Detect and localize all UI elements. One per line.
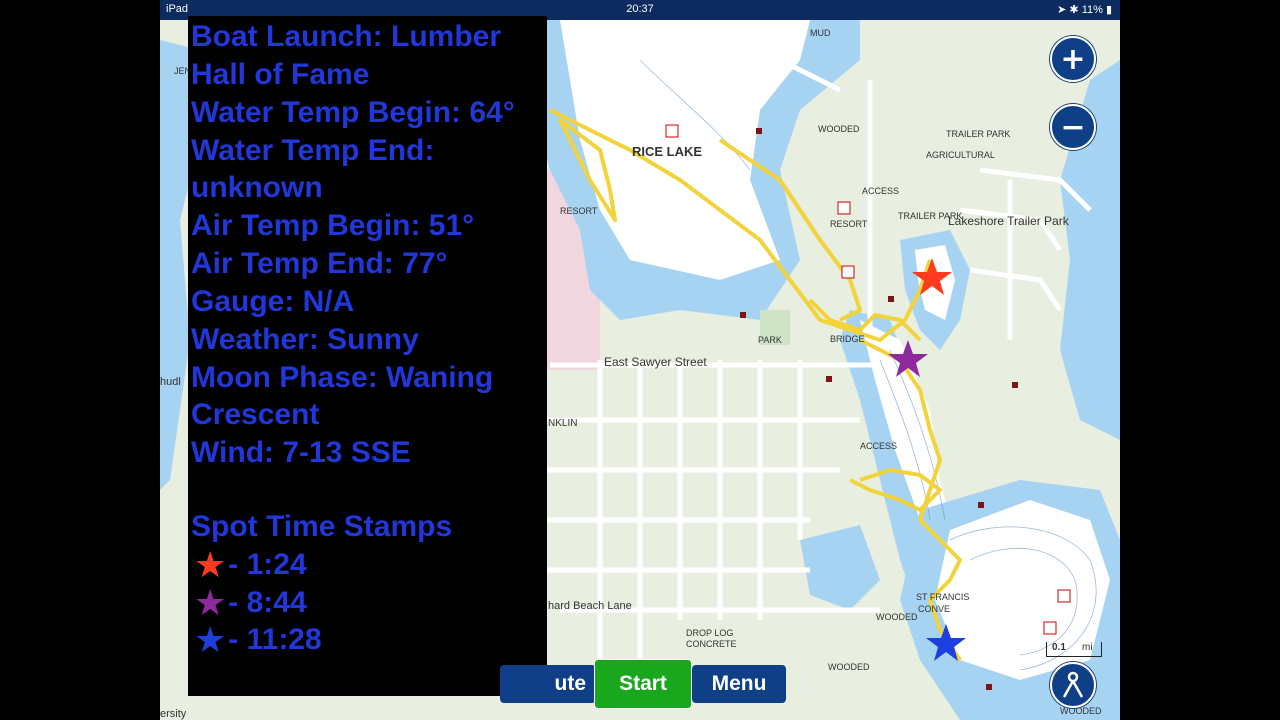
label-hudl: hudl (160, 376, 181, 388)
spot-time-2: - 8:44 (228, 586, 307, 619)
label-access-1: ACCESS (862, 186, 900, 196)
label-wooded-3: WOODED (828, 662, 870, 672)
label-concrete: CONCRETE (686, 639, 737, 649)
info-line-water-temp-end: Water Temp End: (191, 134, 435, 167)
blue-star-icon: ★ (194, 619, 227, 660)
info-line-air-temp-end: Air Temp End: 77° (191, 247, 448, 280)
info-line-water-temp-end-value: unknown (191, 171, 323, 204)
spot-row-3: ★ - 11:28 (194, 621, 322, 659)
label-trailer-park-1: TRAILER PARK (946, 129, 1011, 139)
label-mud: MUD (810, 28, 831, 38)
battery-indicator: ➤ ✱ 11% ▮ (1057, 4, 1112, 16)
menu-button[interactable]: Menu (692, 665, 786, 703)
menu-label: Menu (711, 672, 767, 695)
label-beach-lane: hard Beach Lane (548, 600, 632, 612)
clock: 20:37 (626, 3, 654, 15)
start-label: Start (619, 672, 667, 695)
minus-icon: − (1060, 109, 1086, 145)
label-convent: CONVE (918, 604, 951, 614)
label-rice-lake: RICE LAKE (632, 144, 703, 159)
app-screen: iPad 20:37 ➤ ✱ 11% ▮ RICE LAKE MUD WOODE… (160, 0, 1120, 720)
info-line-wind: Wind: 7-13 SSE (191, 436, 411, 469)
compass-icon (1062, 671, 1084, 698)
route-button[interactable]: ute (500, 665, 596, 703)
info-line-moon-phase-cont: Crescent (191, 398, 320, 431)
label-wooded-4: WOODED (1060, 706, 1102, 716)
trip-info-panel: Boat Launch: Lumber Hall of Fame Water T… (188, 16, 547, 696)
label-access-2: ACCESS (860, 441, 898, 451)
battery-level: 11% (1081, 4, 1103, 16)
purple-star-icon: ★ (194, 582, 227, 623)
label-wooded-2: WOODED (876, 612, 918, 622)
label-ersity: ersity (160, 708, 187, 720)
label-bridge: BRIDGE (830, 334, 865, 344)
info-line-boat-launch: Boat Launch: Lumber (191, 20, 502, 53)
label-agricultural: AGRICULTURAL (926, 150, 995, 160)
info-line-water-temp-begin: Water Temp Begin: 64° (191, 96, 515, 129)
spot-time-stamps-heading: Spot Time Stamps (191, 510, 453, 543)
label-lakeshore-trailer-park: Lakeshore Trailer Park (948, 214, 1069, 228)
scale-unit: mi (1082, 642, 1093, 653)
zoom-out-button[interactable]: − (1050, 104, 1096, 150)
info-line-moon-phase: Moon Phase: Waning (191, 361, 494, 394)
label-resort-2: RESORT (830, 219, 868, 229)
label-east-sawyer-street: East Sawyer Street (604, 355, 707, 369)
spot-time-1: - 1:24 (228, 548, 307, 581)
start-button[interactable]: Start (594, 659, 692, 709)
info-line-air-temp-begin: Air Temp Begin: 51° (191, 209, 475, 242)
compass-button[interactable] (1050, 662, 1096, 708)
scale-value: 0.1 (1052, 642, 1066, 653)
label-resort-1: RESORT (560, 206, 598, 216)
label-park: PARK (758, 335, 782, 345)
info-line-gauge: Gauge: N/A (191, 285, 355, 318)
label-st-francis: ST FRANCIS (916, 592, 970, 602)
info-line-boat-launch-cont: Hall of Fame (191, 58, 370, 91)
red-star-icon: ★ (194, 544, 227, 585)
label-wooded-1: WOODED (818, 124, 860, 134)
plus-icon: + (1060, 41, 1086, 77)
label-franklin: NKLIN (548, 418, 578, 429)
spot-row-2: ★ - 8:44 (194, 584, 307, 622)
spot-row-1: ★ - 1:24 (194, 546, 307, 584)
info-line-weather: Weather: Sunny (191, 323, 419, 356)
route-label: ute (554, 672, 587, 695)
spot-time-3: - 11:28 (228, 623, 322, 656)
label-drop-log: DROP LOG (686, 628, 734, 638)
zoom-in-button[interactable]: + (1050, 36, 1096, 82)
